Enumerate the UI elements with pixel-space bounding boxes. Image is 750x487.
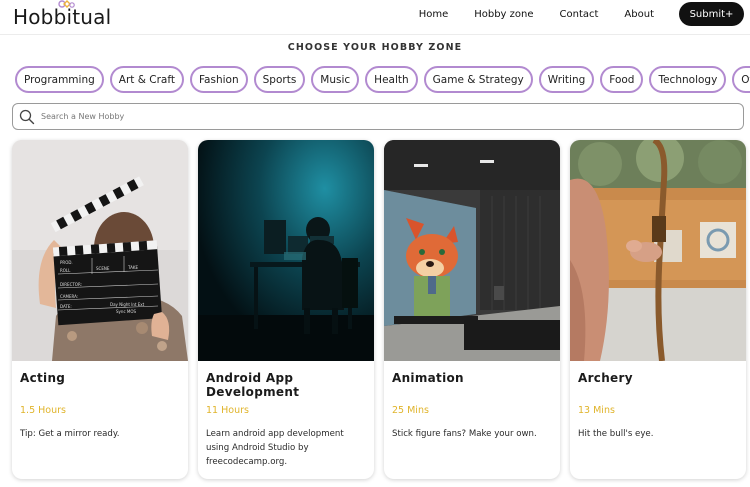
clapper-sync-label: Sync MOS xyxy=(116,309,137,314)
main-nav: Home Hobby zone Contact About xyxy=(419,0,654,28)
hobby-card-grid: PROD. ROLL SCENE TAKE DIRECTOR: CAMERA: … xyxy=(12,140,750,480)
category-chip-food[interactable]: Food xyxy=(600,66,644,93)
clapper-director-label: DIRECTOR: xyxy=(60,282,82,287)
category-chip-others[interactable]: Others xyxy=(732,66,750,93)
clapper-date-label: DATE: xyxy=(60,304,72,309)
card-description: Tip: Get a mirror ready. xyxy=(20,429,120,439)
acting-image: PROD. ROLL SCENE TAKE DIRECTOR: CAMERA: … xyxy=(12,140,188,361)
card-duration: 11 Hours xyxy=(206,405,249,416)
card-title: Animation xyxy=(392,371,464,385)
category-chip-health[interactable]: Health xyxy=(365,66,418,93)
android-development-image xyxy=(198,140,374,361)
animation-image xyxy=(384,140,560,361)
search-icon[interactable] xyxy=(13,103,41,130)
header-divider xyxy=(0,34,750,35)
card-duration: 13 Mins xyxy=(578,405,615,416)
category-chip-writing[interactable]: Writing xyxy=(538,66,595,93)
nav-about[interactable]: About xyxy=(624,9,654,20)
category-chip-sports[interactable]: Sports xyxy=(253,66,306,93)
card-description: Stick figure fans? Make your own. xyxy=(392,429,537,439)
brand-logo[interactable]: Hobbitual xyxy=(13,0,111,34)
hobby-card-archery[interactable]: Archery 13 Mins Hit the bull's eye. xyxy=(570,140,746,479)
top-navigation-bar: Hobbitual Home Hobby zone Contact About … xyxy=(0,0,750,34)
category-chip-fashion[interactable]: Fashion xyxy=(189,66,248,93)
card-title: Acting xyxy=(20,371,66,385)
card-description: Hit the bull's eye. xyxy=(578,429,654,439)
category-chip-list: Programming Art & Craft Fashion Sports M… xyxy=(15,66,750,93)
clapper-prod-label: PROD. xyxy=(60,260,73,265)
card-title: Android App Development xyxy=(206,371,300,399)
card-description: Learn android app development using Andr… xyxy=(206,429,344,467)
category-chip-music[interactable]: Music xyxy=(311,66,360,93)
hobby-card-animation[interactable]: Animation 25 Mins Stick figure fans? Mak… xyxy=(384,140,560,479)
archery-image xyxy=(570,140,746,361)
hobby-card-android-app-development[interactable]: Android App Development 11 Hours Learn a… xyxy=(198,140,374,479)
hobby-card-acting[interactable]: PROD. ROLL SCENE TAKE DIRECTOR: CAMERA: … xyxy=(12,140,188,479)
clapper-scene-label: SCENE xyxy=(96,266,110,271)
submit-button[interactable]: Submit+ xyxy=(679,2,744,26)
clapper-take-label: TAKE xyxy=(127,265,138,270)
category-chip-programming[interactable]: Programming xyxy=(15,66,104,93)
nav-hobby-zone[interactable]: Hobby zone xyxy=(474,9,533,20)
hobby-search-bar[interactable] xyxy=(12,103,744,130)
section-title: CHOOSE YOUR HOBBY ZONE xyxy=(287,42,463,53)
card-title: Archery xyxy=(578,371,633,385)
card-duration: 25 Mins xyxy=(392,405,429,416)
category-chip-game-strategy[interactable]: Game & Strategy xyxy=(423,66,533,93)
nav-home[interactable]: Home xyxy=(419,9,449,20)
category-chip-art-craft[interactable]: Art & Craft xyxy=(109,66,184,93)
search-input[interactable] xyxy=(41,106,721,127)
clapper-daynight-label: Day Night Int Ext xyxy=(110,302,145,307)
nav-contact[interactable]: Contact xyxy=(560,9,599,20)
logo-mark-icon xyxy=(58,0,75,8)
category-chip-technology[interactable]: Technology xyxy=(649,66,727,93)
clapper-camera-label: CAMERA: xyxy=(60,294,78,299)
card-duration: 1.5 Hours xyxy=(20,405,66,416)
clapper-roll-label: ROLL xyxy=(60,268,71,273)
